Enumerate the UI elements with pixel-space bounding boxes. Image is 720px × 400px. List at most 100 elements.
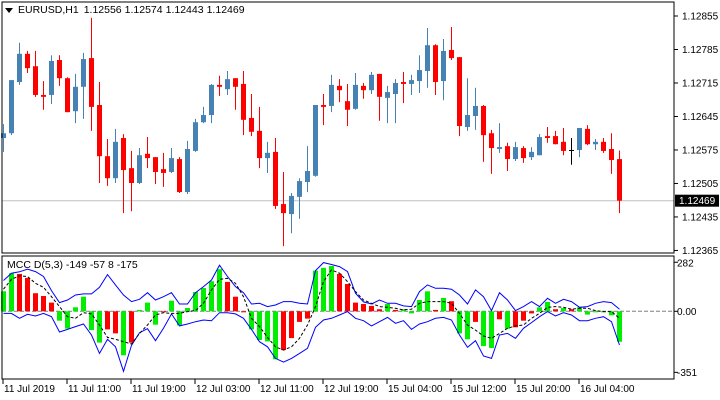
candle[interactable] bbox=[553, 130, 558, 145]
candle[interactable] bbox=[225, 71, 230, 95]
candle[interactable] bbox=[337, 79, 342, 103]
candle[interactable] bbox=[433, 44, 438, 95]
candle[interactable] bbox=[505, 142, 510, 172]
histogram-bar bbox=[417, 299, 422, 312]
candle[interactable] bbox=[385, 85, 390, 124]
candle[interactable] bbox=[425, 27, 430, 88]
candle[interactable] bbox=[81, 52, 86, 119]
histogram-bar bbox=[329, 265, 334, 312]
candle[interactable] bbox=[313, 104, 318, 177]
chart-canvas[interactable]: 1.12855 1.12785 1.12715 1.12645 1.12575 1.125… bbox=[0, 0, 720, 400]
candle[interactable] bbox=[41, 81, 46, 110]
candle[interactable] bbox=[145, 137, 150, 169]
candle[interactable] bbox=[121, 134, 126, 214]
price-chart[interactable] bbox=[1, 17, 674, 247]
candle[interactable] bbox=[89, 17, 94, 131]
candle[interactable] bbox=[417, 55, 422, 94]
candle[interactable] bbox=[481, 104, 486, 162]
dropdown-triangle-icon[interactable] bbox=[5, 7, 13, 13]
ohlc-close: 1.12469 bbox=[206, 4, 245, 16]
candle[interactable] bbox=[129, 150, 134, 212]
candle[interactable] bbox=[537, 134, 542, 156]
candle[interactable] bbox=[457, 57, 462, 137]
candle[interactable] bbox=[353, 72, 358, 110]
candle[interactable] bbox=[9, 80, 14, 136]
candle[interactable] bbox=[521, 146, 526, 163]
candle[interactable] bbox=[409, 74, 414, 95]
candle[interactable] bbox=[65, 77, 70, 113]
candle-body bbox=[177, 159, 182, 193]
candle[interactable] bbox=[569, 138, 574, 165]
candle[interactable] bbox=[377, 73, 382, 121]
candle[interactable] bbox=[561, 127, 566, 156]
candle[interactable] bbox=[289, 193, 294, 234]
candle-body bbox=[441, 50, 446, 82]
candle[interactable] bbox=[217, 75, 222, 96]
candle[interactable] bbox=[265, 141, 270, 173]
candle[interactable] bbox=[329, 74, 334, 113]
candle[interactable] bbox=[233, 78, 238, 110]
candle[interactable] bbox=[473, 87, 478, 130]
candle[interactable] bbox=[273, 138, 278, 209]
candle[interactable] bbox=[241, 71, 246, 136]
candle[interactable] bbox=[153, 157, 158, 184]
candle[interactable] bbox=[249, 93, 254, 137]
histogram-bar bbox=[561, 307, 566, 312]
candle[interactable] bbox=[281, 171, 286, 247]
candle[interactable] bbox=[513, 141, 518, 161]
candle[interactable] bbox=[393, 79, 398, 124]
candle[interactable] bbox=[33, 50, 38, 97]
histogram-bar bbox=[161, 311, 166, 313]
candle[interactable] bbox=[201, 106, 206, 124]
candle[interactable] bbox=[593, 138, 598, 150]
candle[interactable] bbox=[17, 42, 22, 85]
candle[interactable] bbox=[441, 38, 446, 101]
candle-body bbox=[257, 130, 262, 159]
candle[interactable] bbox=[25, 50, 30, 73]
candle[interactable] bbox=[105, 138, 110, 186]
main-frame bbox=[1, 1, 675, 254]
candle[interactable] bbox=[345, 83, 350, 127]
candle-body bbox=[273, 151, 278, 206]
candle[interactable] bbox=[169, 148, 174, 173]
candle[interactable] bbox=[57, 55, 62, 86]
candle[interactable] bbox=[297, 178, 302, 219]
candle[interactable] bbox=[209, 83, 214, 124]
candle[interactable] bbox=[161, 152, 166, 187]
candle[interactable] bbox=[177, 157, 182, 194]
candle[interactable] bbox=[497, 123, 502, 153]
candle[interactable] bbox=[49, 55, 54, 105]
histogram-bar bbox=[457, 311, 462, 334]
candle[interactable] bbox=[257, 106, 262, 169]
candle[interactable] bbox=[321, 93, 326, 126]
candle[interactable] bbox=[113, 128, 118, 183]
histogram-bar bbox=[273, 311, 278, 360]
candle[interactable] bbox=[465, 78, 470, 131]
candle[interactable] bbox=[529, 147, 534, 161]
histogram-bar bbox=[489, 311, 494, 348]
candle[interactable] bbox=[185, 140, 190, 194]
candle[interactable] bbox=[489, 129, 494, 174]
candle[interactable] bbox=[545, 127, 550, 143]
candle[interactable] bbox=[305, 146, 310, 193]
candle[interactable] bbox=[585, 125, 590, 146]
candle[interactable] bbox=[369, 71, 374, 94]
candle[interactable] bbox=[193, 118, 198, 152]
candle[interactable] bbox=[361, 82, 366, 99]
histogram-bar bbox=[169, 300, 174, 312]
indicator-subwindow[interactable] bbox=[1, 262, 674, 373]
candle[interactable] bbox=[137, 148, 142, 184]
candle-body bbox=[321, 104, 326, 107]
time-label: 12 Jul 19:00 bbox=[324, 384, 379, 395]
candle[interactable] bbox=[617, 150, 622, 214]
candle[interactable] bbox=[609, 133, 614, 174]
candle[interactable] bbox=[601, 138, 606, 153]
candle[interactable] bbox=[577, 127, 582, 158]
candle[interactable] bbox=[73, 73, 78, 124]
candle-body bbox=[25, 53, 30, 69]
candle[interactable] bbox=[97, 82, 102, 183]
candle[interactable] bbox=[401, 71, 406, 104]
candle[interactable] bbox=[449, 27, 454, 61]
candle-body bbox=[361, 85, 366, 91]
candle-body bbox=[337, 85, 342, 91]
